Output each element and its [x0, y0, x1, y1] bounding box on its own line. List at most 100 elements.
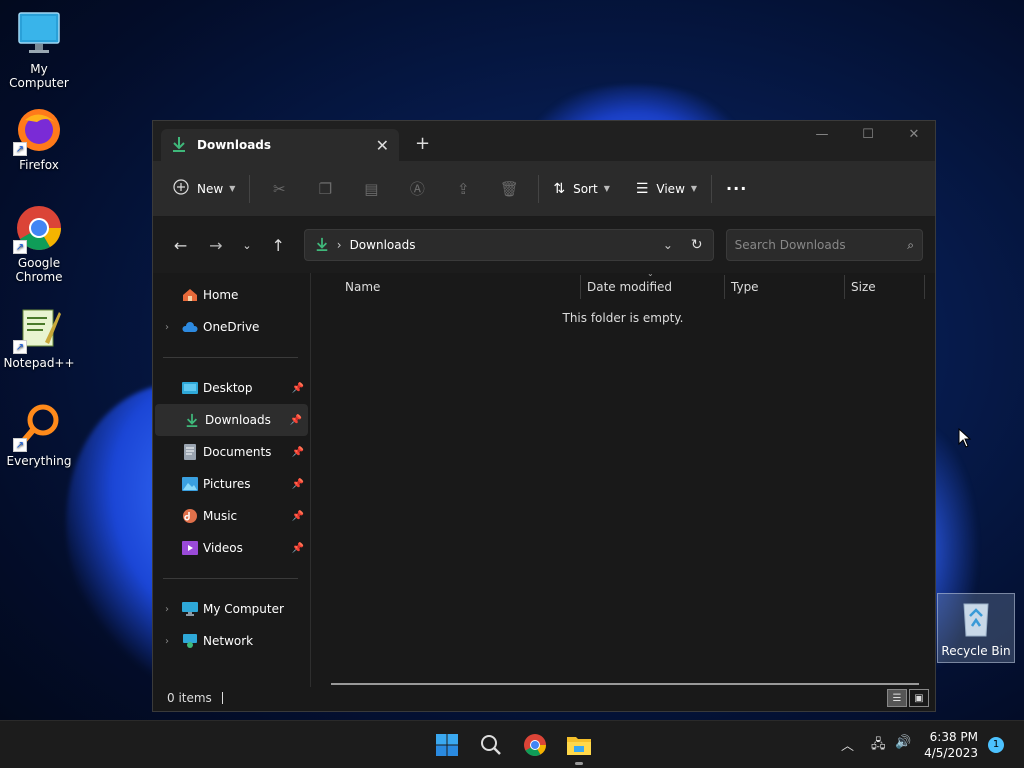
sidebar-divider	[163, 357, 298, 358]
column-header-name[interactable]: Name	[339, 275, 581, 299]
download-arrow-icon	[171, 136, 187, 155]
view-button[interactable]: ☰ View ▼	[628, 173, 705, 205]
empty-folder-message: This folder is empty.	[562, 311, 684, 325]
sidebar-item-desktop[interactable]: Desktop 📌	[153, 372, 310, 404]
paste-icon[interactable]: ▤	[348, 180, 394, 198]
document-icon	[181, 444, 199, 460]
pin-icon[interactable]: 📌	[292, 447, 304, 458]
pin-icon[interactable]: 📌	[290, 415, 302, 426]
sidebar-item-my-computer[interactable]: › My Computer	[153, 593, 310, 625]
forward-arrow-icon[interactable]: →	[200, 236, 231, 255]
item-count: 0 items	[167, 691, 212, 705]
desktop-icon-my-computer[interactable]: My Computer	[1, 10, 77, 90]
active-app-indicator	[575, 762, 583, 765]
home-icon	[181, 287, 199, 303]
desktop-icon-label: Recycle Bin	[941, 644, 1011, 658]
minimize-icon[interactable]: —	[799, 127, 845, 142]
rename-icon[interactable]: Ⓐ	[394, 178, 440, 199]
view-button-label: View	[656, 181, 685, 196]
close-tab-icon[interactable]: ✕	[376, 136, 389, 155]
breadcrumb-downloads[interactable]: Downloads	[350, 238, 663, 252]
sidebar-item-label: Videos	[203, 541, 243, 555]
tiles-view-icon[interactable]: ▣	[909, 689, 929, 707]
pin-icon[interactable]: 📌	[292, 543, 304, 554]
tab-title: Downloads	[197, 138, 272, 152]
sidebar-item-label: My Computer	[203, 602, 284, 616]
desktop-icon-label: Notepad++	[3, 356, 75, 370]
sidebar-item-label: Home	[203, 288, 239, 302]
desktop-icon-firefox[interactable]: ↗ Firefox	[1, 106, 77, 172]
pin-icon[interactable]: 📌	[292, 511, 304, 522]
chevron-down-icon: ▼	[603, 184, 610, 193]
volume-icon[interactable]: 🔊	[895, 735, 911, 750]
expand-chevron-icon[interactable]: ›	[165, 604, 181, 615]
monitor-icon	[181, 601, 199, 617]
column-header-row: Name ⌄ Date modified Type Size	[311, 269, 935, 301]
sidebar-item-documents[interactable]: Documents 📌	[153, 436, 310, 468]
expand-chevron-icon[interactable]: ›	[165, 322, 181, 333]
delete-icon[interactable]: 🗑	[486, 180, 532, 198]
sidebar-item-home[interactable]: Home	[153, 279, 310, 311]
taskbar-file-explorer-icon[interactable]	[565, 731, 593, 765]
details-view-icon[interactable]: ☰	[887, 689, 907, 707]
desktop-icon-everything[interactable]: ↗ Everything	[1, 402, 77, 468]
search-box[interactable]: ⌕	[725, 229, 923, 261]
taskbar-chrome-icon[interactable]	[521, 731, 549, 759]
network-icon	[181, 633, 199, 649]
desktop-icon-google-chrome[interactable]: ↗ Google Chrome	[1, 204, 77, 284]
new-tab-icon[interactable]: +	[415, 133, 430, 154]
expand-chevron-icon[interactable]: ›	[165, 636, 181, 647]
tab-downloads[interactable]: Downloads ✕	[161, 129, 399, 161]
new-button[interactable]: New ▼	[165, 173, 243, 205]
column-header-date-modified[interactable]: ⌄ Date modified	[581, 269, 725, 299]
share-icon[interactable]: ⇪	[440, 180, 486, 198]
sidebar-item-onedrive[interactable]: › OneDrive	[153, 311, 310, 343]
column-header-type[interactable]: Type	[725, 275, 845, 299]
show-hidden-icons-chevron-icon[interactable]: ︿	[841, 735, 854, 754]
column-header-size[interactable]: Size	[845, 275, 925, 299]
start-windows-icon[interactable]	[433, 731, 461, 759]
sidebar-item-label: Documents	[203, 445, 272, 459]
network-status-icon[interactable]: 🖧	[871, 735, 886, 757]
up-arrow-icon[interactable]: ↑	[263, 236, 294, 255]
cut-icon[interactable]: ✂	[256, 180, 302, 198]
toolbar-divider	[538, 174, 540, 203]
close-window-icon[interactable]: ✕	[891, 127, 937, 142]
address-dropdown-icon[interactable]: ⌄	[663, 238, 673, 252]
notification-badge[interactable]: 1	[988, 737, 1004, 753]
music-icon	[181, 508, 199, 524]
maximize-icon[interactable]: ☐	[845, 127, 891, 142]
breadcrumb-chevron-icon: ›	[336, 238, 342, 252]
picture-icon	[181, 476, 199, 492]
search-icon[interactable]: ⌕	[907, 238, 914, 253]
desktop-icon-notepad-plus-plus[interactable]: ↗ Notepad++	[1, 304, 77, 370]
desktop-icon-recycle-bin[interactable]: Recycle Bin	[937, 593, 1015, 663]
pin-icon[interactable]: 📌	[292, 479, 304, 490]
sidebar-item-downloads[interactable]: Downloads 📌	[155, 404, 308, 436]
download-arrow-icon	[183, 412, 201, 428]
more-options-icon[interactable]: ···	[718, 173, 755, 205]
recycle-bin-icon	[956, 598, 996, 638]
sort-indicator-icon: ⌄	[647, 269, 654, 278]
toolbar-divider	[249, 174, 251, 203]
sidebar-item-videos[interactable]: Videos 📌	[153, 532, 310, 564]
recent-locations-chevron-icon[interactable]: ⌄	[231, 239, 262, 252]
pin-icon[interactable]: 📌	[292, 383, 304, 394]
desktop-icon-label: Google Chrome	[15, 256, 63, 284]
desktop-icon-label: Everything	[6, 454, 72, 468]
desktop-folder-icon	[181, 380, 199, 396]
taskbar-search-icon[interactable]	[477, 731, 505, 759]
sidebar-item-label: Downloads	[205, 413, 271, 427]
sort-button[interactable]: ⇅ Sort ▼	[545, 173, 618, 205]
refresh-icon[interactable]: ↻	[691, 237, 703, 253]
clock-date: 4/5/2023	[924, 746, 978, 760]
search-input[interactable]	[734, 238, 908, 252]
copy-icon[interactable]: ❐	[302, 180, 348, 198]
back-arrow-icon[interactable]: ←	[165, 236, 196, 255]
video-icon	[181, 540, 199, 556]
sidebar-item-pictures[interactable]: Pictures 📌	[153, 468, 310, 500]
sidebar-item-network[interactable]: › Network	[153, 625, 310, 657]
address-bar[interactable]: › Downloads ⌄ ↻	[303, 229, 714, 261]
system-clock[interactable]: 6:38 PM 4/5/2023	[924, 729, 978, 761]
sidebar-item-music[interactable]: Music 📌	[153, 500, 310, 532]
